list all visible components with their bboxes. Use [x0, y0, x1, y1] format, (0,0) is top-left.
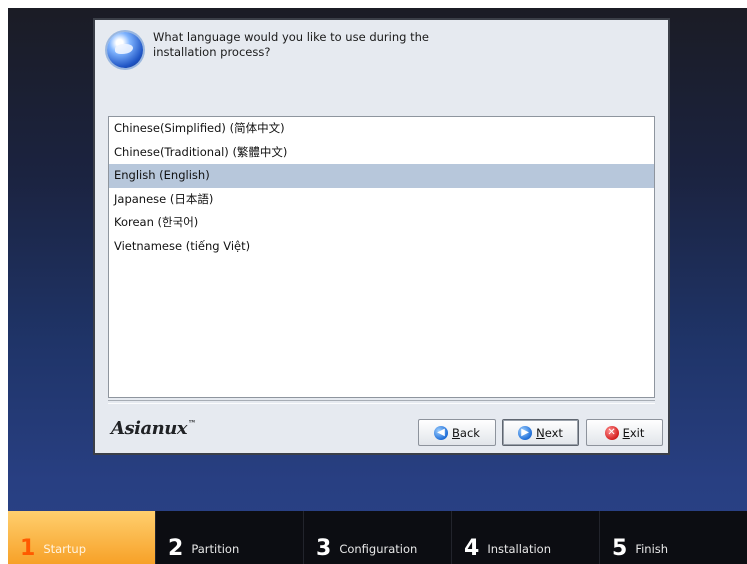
step-startup: 1 Startup	[8, 511, 155, 564]
step-number: 2	[168, 535, 184, 561]
step-label: Startup	[43, 541, 86, 556]
step-label: Configuration	[339, 541, 418, 556]
step-number: 3	[316, 535, 332, 561]
next-label: Next	[536, 425, 563, 440]
step-number: 1	[20, 535, 36, 561]
exit-button[interactable]: ✕ Exit	[586, 419, 663, 446]
step-finish: 5 Finish	[599, 511, 747, 564]
back-label: Back	[452, 425, 480, 440]
language-item-english[interactable]: English (English)	[109, 164, 654, 188]
language-item-korean[interactable]: Korean (한국어)	[109, 211, 654, 235]
language-item-japanese[interactable]: Japanese (日本語)	[109, 188, 654, 212]
next-button[interactable]: ▶ Next	[502, 419, 579, 446]
step-partition: 2 Partition	[155, 511, 303, 564]
language-dialog: What language would you like to use duri…	[93, 18, 670, 455]
language-item-chinese-simplified[interactable]: Chinese(Simplified) (简体中文)	[109, 117, 654, 141]
step-label: Partition	[191, 541, 240, 556]
step-label: Installation	[487, 541, 552, 556]
next-arrow-icon: ▶	[518, 425, 533, 440]
step-label: Finish	[635, 541, 669, 556]
step-number: 5	[612, 535, 628, 561]
language-item-vietnamese[interactable]: Vietnamese (tiếng Việt)	[109, 235, 654, 259]
progress-steps-bar: 1 Startup 2 Partition 3 Configuration 4 …	[8, 511, 747, 564]
step-configuration: 3 Configuration	[303, 511, 451, 564]
exit-label: Exit	[622, 425, 645, 440]
step-installation: 4 Installation	[451, 511, 599, 564]
footer-divider	[108, 400, 655, 404]
language-list[interactable]: Chinese(Simplified) (简体中文) Chinese(Tradi…	[108, 116, 655, 398]
globe-icon	[107, 32, 143, 68]
dialog-header: What language would you like to use duri…	[107, 30, 658, 90]
language-question: What language would you like to use duri…	[153, 30, 429, 59]
installer-screen: What language would you like to use duri…	[8, 8, 747, 564]
step-number: 4	[464, 535, 480, 561]
back-arrow-icon: ◀	[434, 425, 449, 440]
back-button[interactable]: ◀ Back	[418, 419, 496, 446]
exit-x-icon: ✕	[604, 425, 619, 440]
language-item-chinese-traditional[interactable]: Chinese(Traditional) (繁體中文)	[109, 141, 654, 165]
asianux-logo: Asianux™	[111, 418, 196, 439]
